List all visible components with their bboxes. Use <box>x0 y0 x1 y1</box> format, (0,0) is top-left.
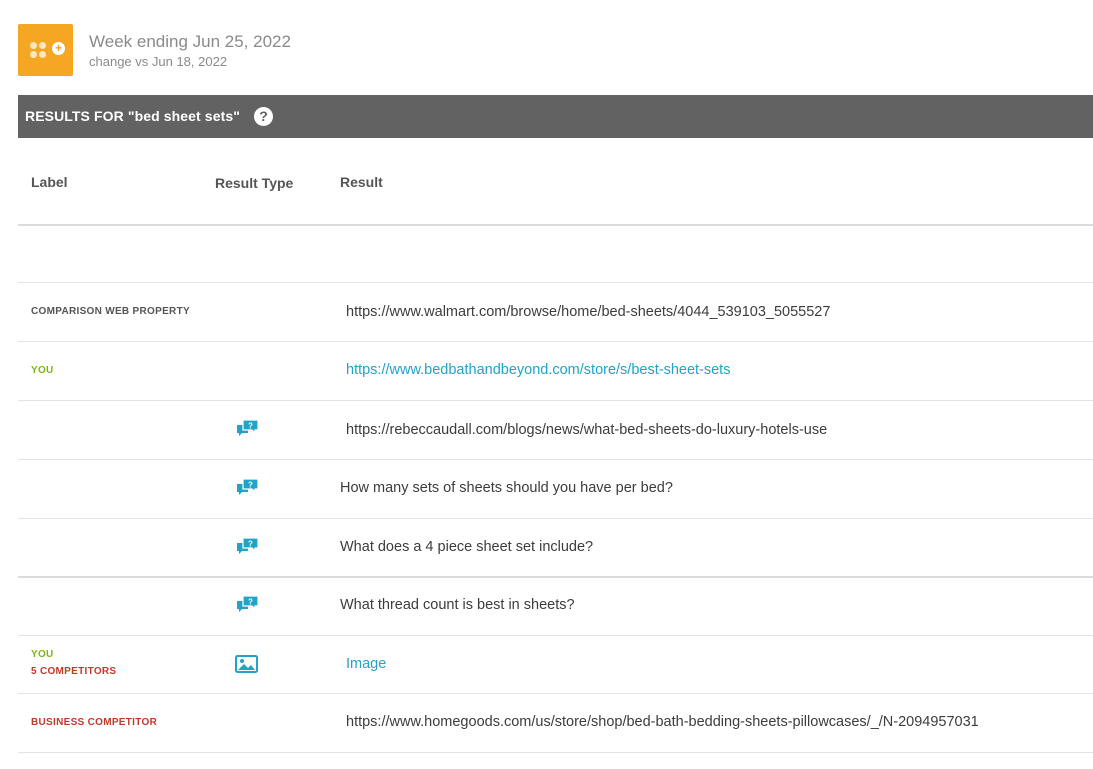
result-question[interactable]: What does a 4 piece sheet set include? <box>340 539 593 555</box>
svg-text:?: ? <box>248 598 253 607</box>
table-row[interactable]: ? https://rebeccaudall.com/blogs/news/wh… <box>18 401 1093 460</box>
result-link[interactable]: https://rebeccaudall.com/blogs/news/what… <box>346 422 827 438</box>
image-icon <box>235 655 258 678</box>
table-row[interactable]: BUSINESS COMPETITOR https://www.homegood… <box>18 694 1093 753</box>
table-row[interactable]: YOU 5 COMPETITORS Image <box>18 636 1093 694</box>
row-label-secondary: 5 COMPETITORS <box>31 666 117 677</box>
table-row[interactable]: ? What does a 4 piece sheet set include? <box>18 519 1093 578</box>
results-title: RESULTS FOR "bed sheet sets" <box>25 108 240 124</box>
result-question[interactable]: What thread count is best in sheets? <box>340 597 575 613</box>
row-label: YOU <box>31 365 54 376</box>
column-header-result-type[interactable]: Result Type <box>215 175 293 191</box>
table-row[interactable]: YOU https://www.bedbathandbeyond.com/sto… <box>18 342 1093 401</box>
change-subtitle: change vs Jun 18, 2022 <box>89 54 228 69</box>
question-bubble-icon: ? <box>235 537 259 561</box>
row-label: BUSINESS COMPETITOR <box>31 717 158 728</box>
plus-icon: + <box>52 42 65 55</box>
table-row[interactable]: COMPARISON WEB PROPERTY https://www.walm… <box>18 283 1093 342</box>
table-row[interactable]: ? What thread count is best in sheets? <box>18 578 1093 636</box>
svg-text:?: ? <box>248 481 253 490</box>
week-title: Week ending Jun 25, 2022 <box>89 32 291 51</box>
results-header-bar: RESULTS FOR "bed sheet sets" ? <box>18 95 1093 138</box>
svg-text:?: ? <box>248 422 253 431</box>
result-link[interactable]: https://www.walmart.com/browse/home/bed-… <box>346 304 830 320</box>
row-label: COMPARISON WEB PROPERTY <box>31 306 190 317</box>
table-row-spacer <box>18 226 1093 283</box>
result-image-link[interactable]: Image <box>346 656 386 672</box>
svg-text:?: ? <box>248 540 253 549</box>
app-logo: + <box>18 24 73 76</box>
result-link[interactable]: https://www.bedbathandbeyond.com/store/s… <box>346 362 730 378</box>
question-bubble-icon: ? <box>235 595 259 619</box>
question-bubble-icon: ? <box>235 419 259 443</box>
row-label: YOU <box>31 649 54 660</box>
column-header-label[interactable]: Label <box>31 174 68 190</box>
result-question[interactable]: How many sets of sheets should you have … <box>340 480 673 496</box>
result-link[interactable]: https://www.homegoods.com/us/store/shop/… <box>346 714 979 730</box>
column-header-result[interactable]: Result <box>340 174 383 190</box>
help-icon[interactable]: ? <box>254 107 273 126</box>
question-bubble-icon: ? <box>235 478 259 502</box>
table-row[interactable]: ? How many sets of sheets should you hav… <box>18 460 1093 519</box>
